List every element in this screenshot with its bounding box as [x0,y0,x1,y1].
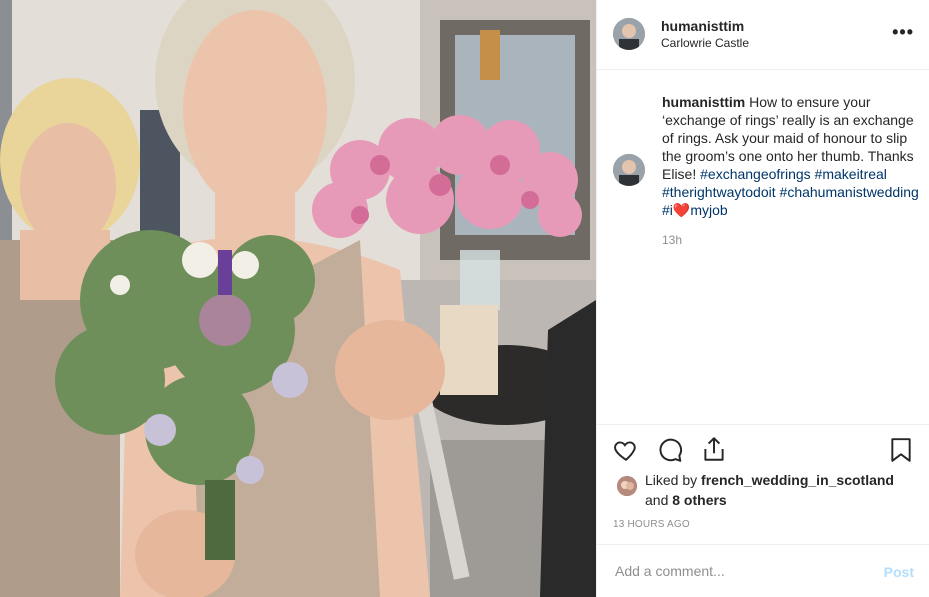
hashtag[interactable]: #makeitreal [815,166,887,182]
post-timestamp[interactable]: 13 HOURS AGO [613,519,690,530]
post-sidebar: humanisttim Carlowrie Castle ••• humanis… [596,0,929,597]
caption-time[interactable]: 13h [662,233,682,247]
hashtag[interactable]: #exchangeofrings [700,166,811,182]
header-location[interactable]: Carlowrie Castle [661,36,749,50]
heart-emoji: ❤️ [672,202,691,218]
likes-others[interactable]: 8 others [672,492,726,508]
likes-prefix: Liked by [645,472,698,488]
photo-illustration [0,0,596,597]
post-button[interactable]: Post [884,564,914,580]
avatar[interactable] [613,18,645,50]
more-horizontal-icon[interactable]: ••• [892,22,914,43]
hashtag[interactable]: #chahumanistwedding [780,184,919,200]
caption-avatar[interactable] [613,154,645,186]
liker-avatar-image [617,476,637,496]
likes-and: and [645,492,669,508]
hashtag[interactable]: #therightwaytodoit [662,184,776,200]
comment-input[interactable] [613,562,867,580]
caption-tail[interactable]: myjob [690,202,727,218]
post-photo[interactable] [0,0,596,597]
post-caption: humanisttim How to ensure your ‘exchange… [662,93,924,219]
post-header: humanisttim Carlowrie Castle ••• [597,0,929,70]
liker-avatar[interactable] [617,476,637,496]
hashtag[interactable]: #i [662,202,673,218]
likes-user[interactable]: french_wedding_in_scotland [701,472,894,488]
caption-avatar-image [613,154,645,186]
comment-box: Post [597,544,929,597]
comment-icon[interactable] [657,437,683,463]
bookmark-icon[interactable] [889,437,913,463]
likes-summary: Liked by french_wedding_in_scotland and … [645,470,894,510]
caption-username[interactable]: humanisttim [662,94,745,110]
header-username[interactable]: humanisttim [661,18,744,34]
avatar-image [613,18,645,50]
share-icon[interactable] [701,435,727,463]
action-bar [597,424,929,474]
heart-icon[interactable] [613,437,639,463]
